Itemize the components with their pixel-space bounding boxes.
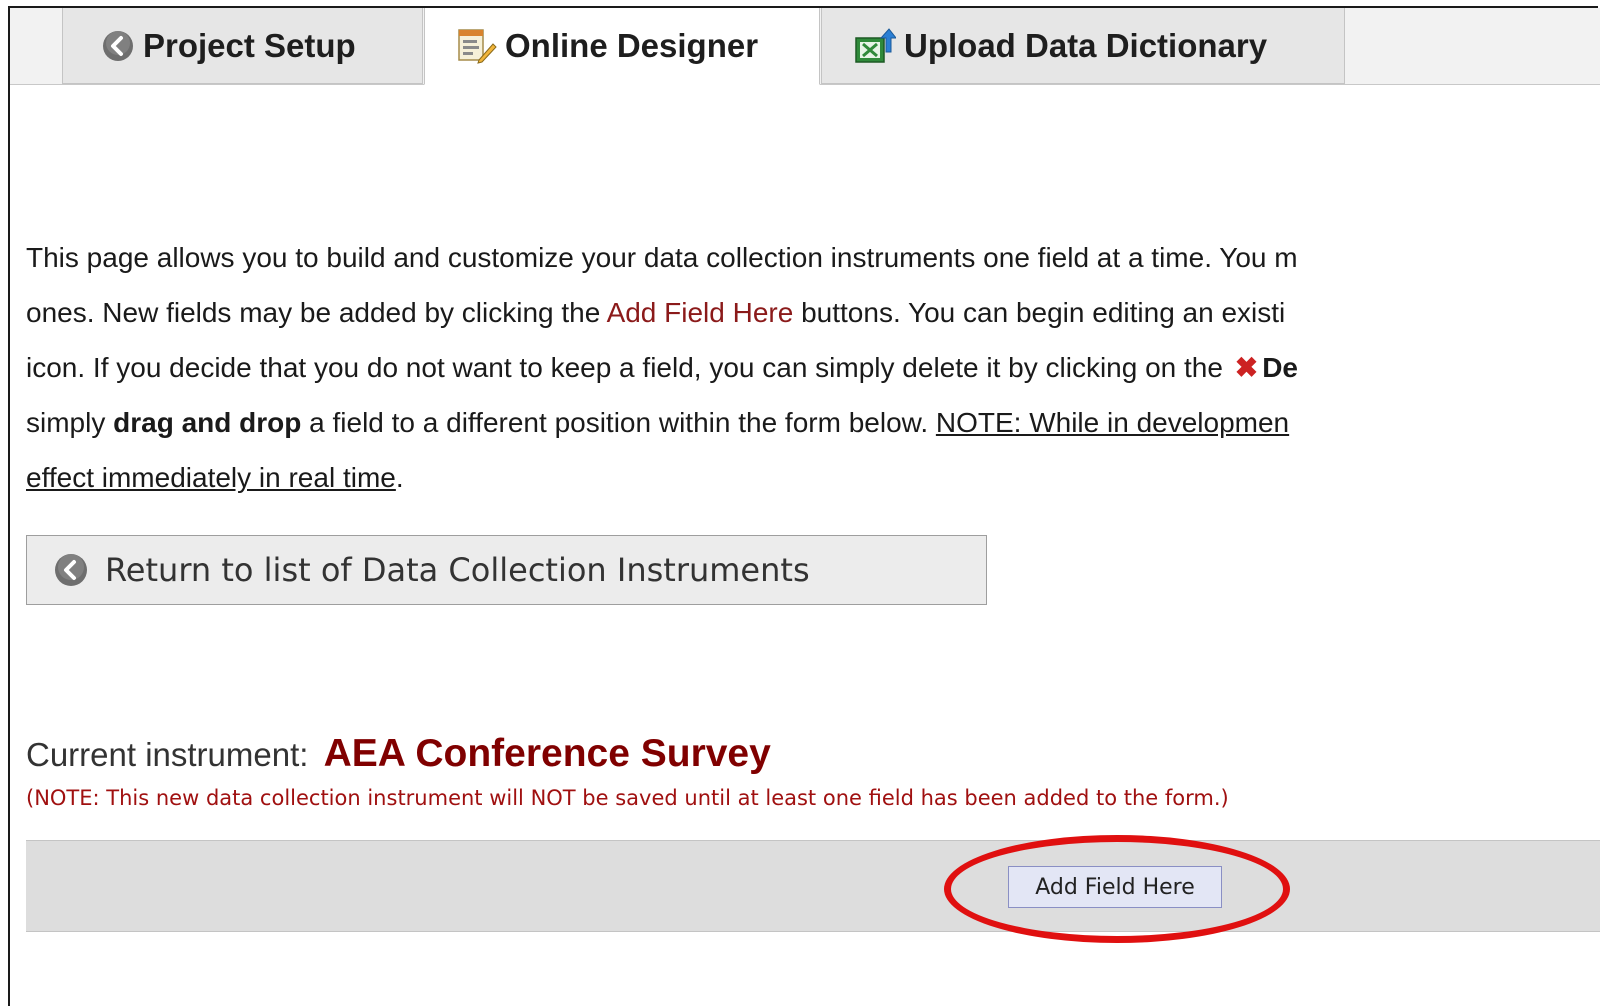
instrument-name: AEA Conference Survey [323,732,771,775]
instrument-save-note: (NOTE: This new data collection instrume… [26,786,1229,810]
intro-line: effect immediately in real time. [26,450,1613,505]
intro-text-segment: icon. If you decide that you do not want… [26,352,1231,383]
current-instrument-prefix: Current instrument: [26,736,309,773]
intro-text-segment: simply [26,407,114,438]
tab-label: Project Setup [143,26,356,64]
intro-bold-text: De [1262,352,1298,383]
intro-text-segment: buttons. You can begin editing an existi [793,297,1286,328]
tab-online-designer[interactable]: Online Designer [424,8,820,85]
form-edit-icon [457,28,497,64]
intro-note-underlined: effect immediately in real time [26,462,396,493]
add-field-here-link: Add Field Here [606,297,794,328]
intro-line: simply drag and drop a field to a differ… [26,395,1613,450]
add-field-button[interactable]: Add Field Here [1008,866,1222,908]
intro-bold-text: drag and drop [113,407,302,438]
current-instrument: Current instrument: AEA Conference Surve… [26,732,771,776]
intro-text-segment: . [395,462,404,493]
intro-line: icon. If you decide that you do not want… [26,340,1613,395]
tab-project-setup[interactable]: Project Setup [62,8,423,84]
back-arrow-icon [101,29,135,63]
tab-bar: Project Setup Online Designer Upload Dat… [10,8,1600,85]
back-arrow-icon [53,552,89,588]
return-button-label: Return to list of Data Collection Instru… [105,551,810,589]
intro-text-segment: This page allows you to build and custom… [26,242,1298,273]
intro-line: ones. New fields may be added by clickin… [26,285,1613,340]
add-field-bar [26,840,1600,932]
intro-text-segment: ones. New fields may be added by clickin… [26,297,607,328]
tab-label: Upload Data Dictionary [904,26,1268,64]
intro-line: This page allows you to build and custom… [26,230,1613,285]
page-frame: Project Setup Online Designer Upload Dat… [8,6,1600,1006]
return-to-instruments-button[interactable]: Return to list of Data Collection Instru… [26,535,987,605]
delete-icon: ✖ [1234,352,1259,383]
excel-upload-icon [854,27,896,64]
tab-label: Online Designer [505,27,759,64]
intro-text: This page allows you to build and custom… [26,230,1613,505]
intro-text-segment: a field to a different position within t… [301,407,936,438]
intro-note-underlined: NOTE: While in developmen [935,407,1290,438]
tab-upload-data-dictionary[interactable]: Upload Data Dictionary [821,8,1345,84]
